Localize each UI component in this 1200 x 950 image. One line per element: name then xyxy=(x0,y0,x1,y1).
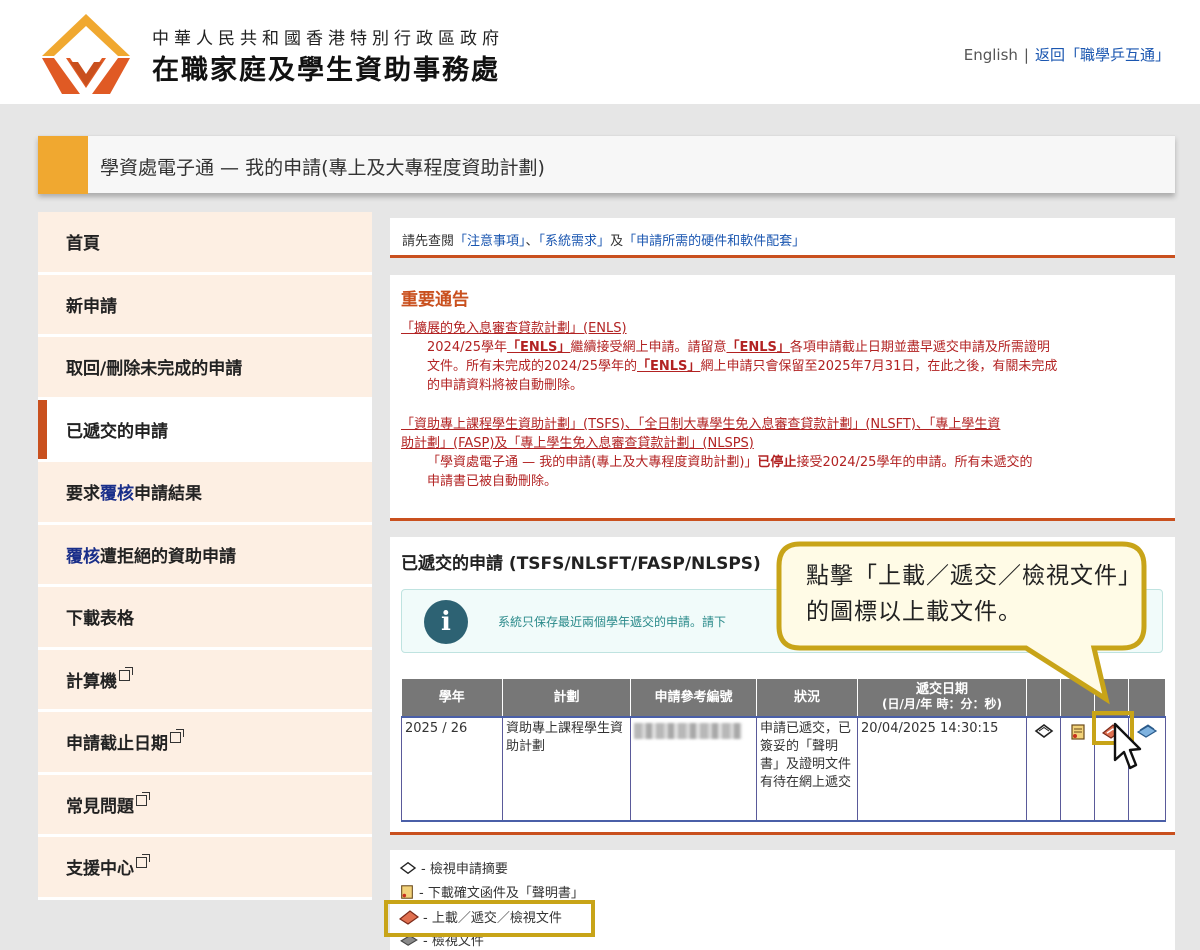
sidebar-item-label-post: 申請結果 xyxy=(134,484,202,505)
text: 文件。所有未完成的2024/25學年的 xyxy=(427,359,638,374)
column-header: 計劃 xyxy=(502,679,631,717)
sidebar-nav: 首頁 新申請 取回/刪除未完成的申請 已遞交的申請 要求 覆核 申請結果 覆核 遭拒絕… xyxy=(38,212,372,900)
mouse-cursor-icon xyxy=(1113,722,1142,770)
legend-item: - 下載確文函件及「聲明書」 xyxy=(398,882,584,901)
external-link-icon xyxy=(170,729,184,744)
hardware-software-link[interactable]: 「申請所需的硬件和軟件配套」 xyxy=(623,234,805,249)
enls-bold: 「ENLS」 xyxy=(637,359,701,374)
system-requirements-link[interactable]: 「系統需求」 xyxy=(539,234,611,249)
text: 網上申請只會保留至2025年7月31日，在此之後，有關未完成 xyxy=(700,359,1058,374)
callout-text: 點擊「上載／遞交／檢視文件」的圖標以上載文件。 xyxy=(806,563,1142,625)
sidebar-item-label: 新申請 xyxy=(66,296,117,317)
office-name: 在職家庭及學生資助事務處 xyxy=(152,55,500,86)
external-link-icon xyxy=(136,791,150,806)
site-header: 中華人民共和國香港特別行政區政府 在職家庭及學生資助事務處 English | 返回… xyxy=(0,0,1200,104)
sidebar-item-label: 常見問題 xyxy=(66,796,134,817)
sidebar-item-deadlines[interactable]: 申請截止日期 xyxy=(38,712,372,775)
enls-line: 的申請資料將被自動刪除。 xyxy=(427,378,584,393)
sidebar-item-label: 已遞交的申請 xyxy=(66,421,168,442)
notice-mid: 及 xyxy=(610,234,624,249)
enls-bold: 「ENLS」 xyxy=(726,340,790,355)
page-title: 學資處電子通 — 我的申請(專上及大專程度資助計劃) xyxy=(100,157,545,179)
enls-line: 2024/25學年「ENLS」繼續接受網上申請。請留意「ENLS」各項申請截止日… xyxy=(401,338,1161,357)
sidebar-item-label: 下載表格 xyxy=(66,609,134,630)
cell-status: 申請已遞交，已簽妥的「聲明書」及證明文件有待在網上遞交 xyxy=(756,716,858,822)
column-header: 申請參考編號 xyxy=(630,679,757,717)
cell-reference xyxy=(630,716,757,822)
english-link[interactable]: English xyxy=(964,46,1018,64)
enls-notice: 「擴展的免入息審查貸款計劃」(ENLS) 2024/25學年「ENLS」繼續接受… xyxy=(401,319,1161,395)
view-summary-icon xyxy=(399,861,417,874)
legend-label: - 檢視申請摘要 xyxy=(421,862,508,877)
enls-line: 文件。所有未完成的2024/25學年的「ENLS」網上申請只會保留至2025年7… xyxy=(401,357,1161,376)
top-link-separator: | xyxy=(1023,46,1029,64)
column-header: 學年 xyxy=(401,679,503,717)
legend-label: - 下載確文函件及「聲明書」 xyxy=(419,886,584,901)
return-link[interactable]: 返回「職學乒互通」 xyxy=(1035,46,1170,64)
cell-scheme: 資助專上課程學生資助計劃 xyxy=(502,716,631,822)
text: 2024/25學年 xyxy=(427,340,508,355)
external-link-icon xyxy=(136,854,150,869)
sidebar-item-label: 支援中心 xyxy=(66,859,134,880)
table-row: 2025 / 26 資助專上課程學生資助計劃 申請已遞交，已簽妥的「聲明書」及證… xyxy=(401,716,1166,822)
important-notice-panel: 重要通告 「擴展的免入息審查貸款計劃」(ENLS) 2024/25學年「ENLS… xyxy=(390,275,1175,521)
notice-pre: 請先查閱 xyxy=(402,234,455,249)
sidebar-item-home[interactable]: 首頁 xyxy=(38,212,372,275)
sidebar-item-request-review[interactable]: 要求 覆核 申請結果 xyxy=(38,462,372,525)
page-title-bar: 學資處電子通 — 我的申請(專上及大專程度資助計劃) xyxy=(38,135,1175,194)
text: 繼續接受網上申請。請留意 xyxy=(570,340,727,355)
info-icon: i xyxy=(424,600,468,644)
sidebar-item-label-blue: 覆核 xyxy=(66,546,100,567)
text: 接受2024/25學年的申請。所有未遞交的 xyxy=(796,455,1033,470)
tsfs-line: 「學資處電子通 — 我的申請(專上及大專程度資助計劃)」已停止接受2024/25… xyxy=(401,453,1166,472)
tsfs-notice: 「資助專上課程學生資助計劃」(TSFS)、「全日制大專學生免入息審查貸款計劃」(… xyxy=(401,415,1166,491)
sidebar-item-faq[interactable]: 常見問題 xyxy=(38,774,372,837)
external-link-icon xyxy=(119,666,133,681)
tsfs-heading[interactable]: 「資助專上課程學生資助計劃」(TSFS)、「全日制大專學生免入息審查貸款計劃」(… xyxy=(401,415,1166,434)
cell-date: 20/04/2025 14:30:15 xyxy=(857,716,1027,822)
government-name: 中華人民共和國香港特別行政區政府 xyxy=(152,29,504,49)
sidebar-item-calculator[interactable]: 計算機 xyxy=(38,649,372,712)
title-accent xyxy=(38,136,88,194)
legend-item: - 檢視申請摘要 xyxy=(398,858,508,877)
sidebar-item-retrieve-delete[interactable]: 取回/刪除未完成的申請 xyxy=(38,337,372,400)
top-links: English | 返回「職學乒互通」 xyxy=(964,44,1170,65)
sidebar-item-new-application[interactable]: 新申請 xyxy=(38,274,372,337)
cell-year: 2025 / 26 xyxy=(401,716,503,822)
download-letter-icon[interactable] xyxy=(1069,723,1087,741)
cell-action xyxy=(1060,716,1095,822)
text: 「學資處電子通 — 我的申請(專上及大專程度資助計劃)」 xyxy=(427,455,758,470)
tsfs-heading-2[interactable]: 助計劃」(FASP)及「專上學生免入息審查貸款計劃」(NLSPS) xyxy=(401,434,1166,453)
sidebar-item-label: 取回/刪除未完成的申請 xyxy=(66,359,243,380)
enls-bold: 「ENLS」 xyxy=(507,340,571,355)
sidebar-item-label-blue: 覆核 xyxy=(100,484,134,505)
cell-action xyxy=(1026,716,1061,822)
stopped-bold: 已停止 xyxy=(757,455,797,470)
sidebar-item-label-post: 遭拒絕的資助申請 xyxy=(100,546,236,567)
sidebar-item-support[interactable]: 支援中心 xyxy=(38,837,372,900)
submitted-title: 已遞交的申請 (TSFS/NLSFT/FASP/NLSPS) xyxy=(401,554,761,574)
tsfs-line: 申請書已被自動刪除。 xyxy=(427,474,558,489)
info-text: 系統只保存最近兩個學年遞交的申請。請下 xyxy=(498,615,727,629)
important-notice-title: 重要通告 xyxy=(401,290,469,310)
notes-link[interactable]: 「注意事項」 xyxy=(454,234,526,249)
enls-heading[interactable]: 「擴展的免入息審查貸款計劃」(ENLS) xyxy=(401,319,1161,338)
wfsfaa-logo[interactable] xyxy=(40,12,132,96)
notice-panel: 請先查閱「注意事項」、「系統需求」及「申請所需的硬件和軟件配套」 xyxy=(390,218,1175,258)
sidebar-item-label-pre: 要求 xyxy=(66,484,100,505)
sidebar-item-label: 申請截止日期 xyxy=(66,734,168,755)
download-letter-icon xyxy=(401,884,413,899)
highlight-upload-legend xyxy=(384,900,595,937)
notice-text: 請先查閱「注意事項」、「系統需求」及「申請所需的硬件和軟件配套」 xyxy=(402,230,805,249)
sidebar-item-submitted[interactable]: 已遞交的申請 xyxy=(38,399,372,462)
notice-sep: 、 xyxy=(525,234,539,249)
text: 各項申請截止日期並盡早遞交申請及所需證明 xyxy=(789,340,1050,355)
sidebar-item-label: 計算機 xyxy=(66,671,117,692)
sidebar-item-download-forms[interactable]: 下載表格 xyxy=(38,587,372,650)
sidebar-item-review-rejected[interactable]: 覆核 遭拒絕的資助申請 xyxy=(38,524,372,587)
sidebar-item-label: 首頁 xyxy=(66,234,100,255)
view-summary-icon[interactable] xyxy=(1034,723,1054,739)
redacted-reference xyxy=(634,723,742,739)
